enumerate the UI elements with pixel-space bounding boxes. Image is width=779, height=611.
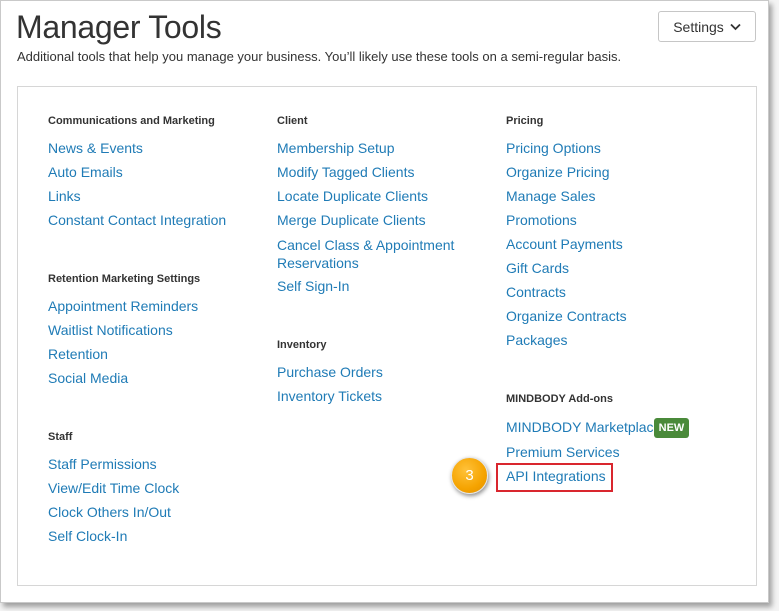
section-heading-addons: MINDBODY Add-ons [506, 393, 613, 405]
link-premium-services[interactable]: Premium Services [506, 444, 620, 460]
link-appointment-reminders[interactable]: Appointment Reminders [48, 298, 198, 314]
settings-button-label: Settings [673, 18, 724, 35]
link-staff-permissions[interactable]: Staff Permissions [48, 456, 157, 472]
page-subtitle: Additional tools that help you manage yo… [17, 49, 622, 64]
link-packages[interactable]: Packages [506, 332, 567, 348]
link-inventory-tickets[interactable]: Inventory Tickets [277, 388, 382, 404]
link-view-edit-time-clock[interactable]: View/Edit Time Clock [48, 480, 179, 496]
section-heading-staff: Staff [48, 431, 73, 443]
link-retention[interactable]: Retention [48, 346, 108, 362]
link-pricing-options[interactable]: Pricing Options [506, 140, 601, 156]
section-heading-pricing: Pricing [506, 115, 544, 127]
link-merge-duplicate-clients[interactable]: Merge Duplicate Clients [277, 212, 426, 228]
link-purchase-orders[interactable]: Purchase Orders [277, 364, 383, 380]
link-account-payments[interactable]: Account Payments [506, 236, 623, 252]
chevron-down-icon [730, 23, 741, 30]
link-clock-others-in-out[interactable]: Clock Others In/Out [48, 504, 171, 520]
settings-dropdown-button[interactable]: Settings [658, 11, 756, 42]
window-frame: Manager Tools Additional tools that help… [0, 0, 769, 603]
section-heading-client: Client [277, 115, 308, 127]
link-manage-sales[interactable]: Manage Sales [506, 188, 596, 204]
link-cancel-class-appointment-reservations[interactable]: Cancel Class & Appointment Reservations [277, 236, 457, 272]
link-organize-pricing[interactable]: Organize Pricing [506, 164, 610, 180]
link-membership-setup[interactable]: Membership Setup [277, 140, 395, 156]
link-organize-contracts[interactable]: Organize Contracts [506, 308, 627, 324]
link-news-events[interactable]: News & Events [48, 140, 143, 156]
link-contracts[interactable]: Contracts [506, 284, 566, 300]
link-locate-duplicate-clients[interactable]: Locate Duplicate Clients [277, 188, 428, 204]
api-integrations-highlight [496, 463, 613, 492]
link-mindbody-marketplace[interactable]: MINDBODY Marketplace [506, 419, 661, 435]
link-auto-emails[interactable]: Auto Emails [48, 164, 123, 180]
link-self-clock-in[interactable]: Self Clock-In [48, 528, 127, 544]
link-promotions[interactable]: Promotions [506, 212, 577, 228]
link-modify-tagged-clients[interactable]: Modify Tagged Clients [277, 164, 414, 180]
section-heading-inventory: Inventory [277, 339, 327, 351]
link-gift-cards[interactable]: Gift Cards [506, 260, 569, 276]
link-self-sign-in[interactable]: Self Sign-In [277, 278, 349, 294]
new-badge: NEW [654, 418, 689, 438]
link-constant-contact-integration[interactable]: Constant Contact Integration [48, 212, 226, 228]
step-number-marker: 3 [451, 457, 488, 494]
page-title: Manager Tools [16, 9, 222, 45]
link-waitlist-notifications[interactable]: Waitlist Notifications [48, 322, 173, 338]
section-heading-communications: Communications and Marketing [48, 115, 215, 127]
link-social-media[interactable]: Social Media [48, 370, 128, 386]
section-heading-retention: Retention Marketing Settings [48, 273, 201, 285]
link-links[interactable]: Links [48, 188, 81, 204]
